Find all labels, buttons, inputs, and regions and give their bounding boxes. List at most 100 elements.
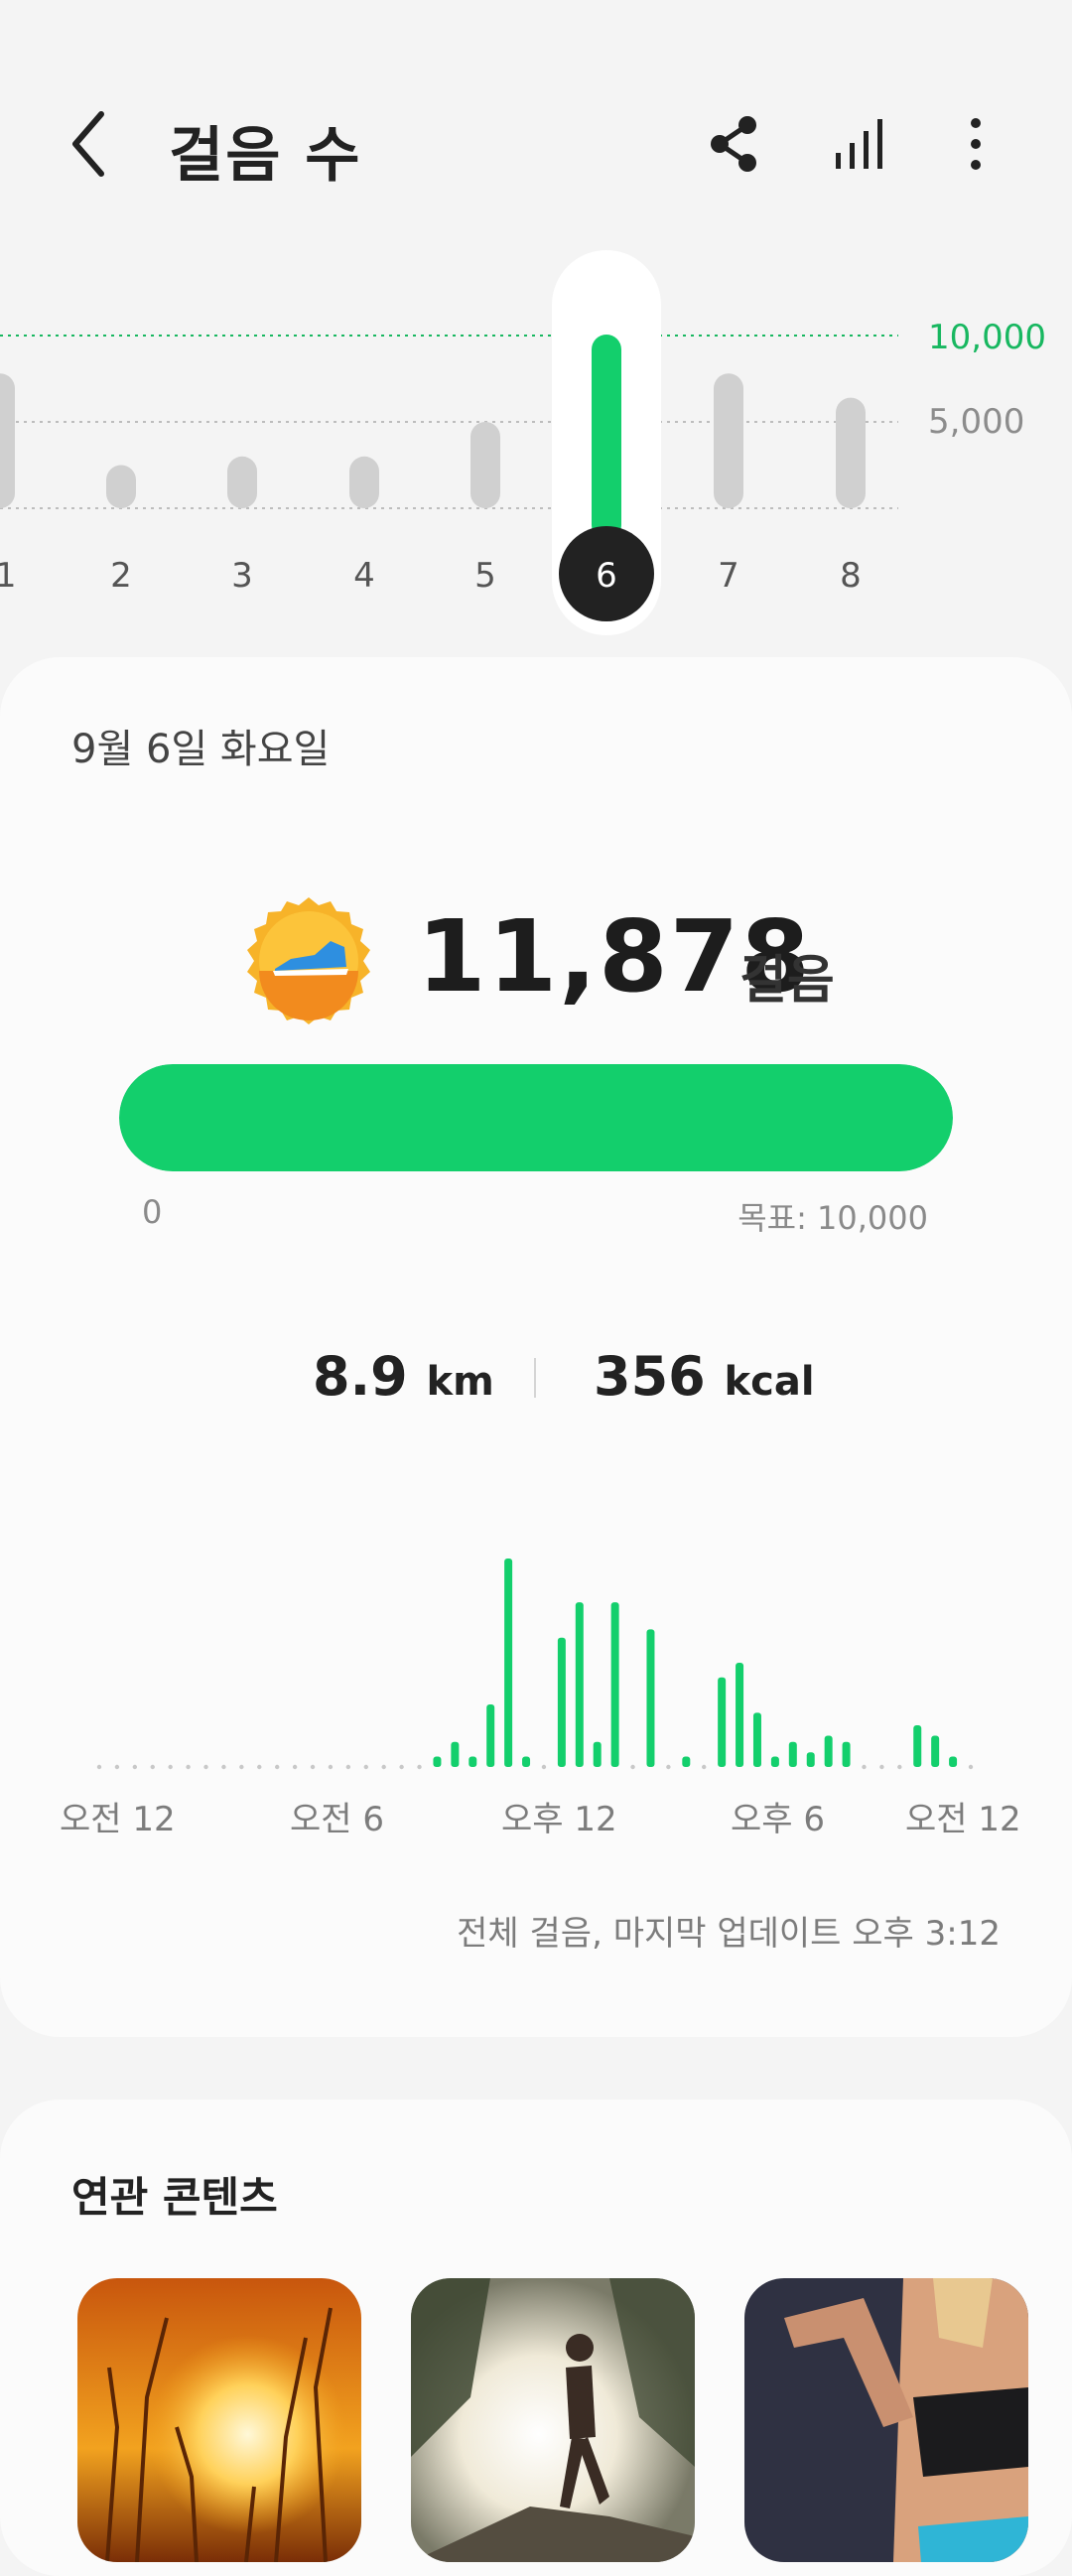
hourly-empty-dot [310,1764,316,1770]
hourly-empty-dot [221,1764,226,1770]
hourly-empty-dot [168,1764,173,1770]
week-bar [836,397,866,508]
hourly-bar [913,1725,922,1767]
week-bar [714,373,743,508]
hourly-empty-dot [879,1764,884,1770]
runner-image[interactable] [411,2278,695,2562]
week-bar [470,422,500,508]
hourly-empty-dot [381,1764,386,1770]
week-day-label: 8 [840,556,862,596]
hourly-bar [504,1559,513,1767]
page-title: 걸음 수 [169,121,362,191]
bar-chart-icon[interactable] [826,109,895,179]
steps-progress-bar [119,1064,953,1171]
week-day-label: /1 [0,556,17,596]
hourly-empty-dot [702,1764,707,1770]
hourly-x-label: 오전 6 [290,1800,384,1839]
hourly-bar [593,1741,602,1767]
hourly-empty-dot [328,1764,334,1770]
mid-line-label: 5,000 [928,402,1025,442]
week-bar [227,456,257,508]
distance-value: 8.9 [313,1345,408,1408]
hourly-bar [557,1637,566,1767]
hourly-empty-dot [114,1764,120,1770]
share-icon[interactable] [700,109,769,179]
hourly-empty-dot [239,1764,244,1770]
week-day-label: 5 [474,556,496,596]
hourly-empty-dot [417,1764,422,1770]
hourly-bar [646,1629,655,1767]
hourly-bar [682,1756,691,1767]
calories-unit: kcal [724,1359,815,1405]
related-content-title: 연관 콘텐츠 [71,2173,278,2222]
hourly-bar [931,1735,940,1767]
hourly-bar [806,1752,815,1767]
hourly-bar [842,1741,851,1767]
hourly-bar [451,1741,460,1767]
hourly-bar [469,1756,477,1767]
progress-min-label: 0 [142,1193,163,1231]
week-bar [0,373,15,508]
hourly-empty-dot [897,1764,902,1770]
hourly-empty-dot [968,1764,974,1770]
sunset-image[interactable] [77,2278,361,2562]
hourly-bar [788,1741,797,1767]
fitness-woman-image[interactable] [744,2278,1028,2562]
distance-stat: 8.9 km [313,1345,494,1408]
progress-fill [119,1064,953,1171]
week-bar [349,456,379,508]
hourly-x-label: 오후 12 [501,1800,617,1839]
hourly-empty-dot [96,1764,102,1770]
hourly-empty-dot [203,1764,208,1770]
hourly-empty-dot [399,1764,404,1770]
hourly-bar [486,1704,495,1767]
stat-divider [534,1358,536,1398]
hourly-empty-dot [132,1764,138,1770]
week-bar [106,465,136,508]
hourly-steps-chart [96,1559,974,1770]
shoe-badge-icon [244,896,373,1025]
weekly-chart-svg: /1 2 3 4 5 6 7 8 [0,250,898,635]
weekly-steps-chart[interactable]: /1 2 3 4 5 6 7 8 [0,238,1072,635]
hourly-x-label: 오전 12 [905,1800,1021,1839]
hourly-x-label: 오후 6 [731,1800,825,1839]
hourly-empty-dot [186,1764,191,1770]
hourly-bar [770,1756,779,1767]
week-day-label: 7 [718,556,739,596]
week-day-label: 3 [231,556,253,596]
selected-date: 9월 6일 화요일 [71,727,331,772]
hourly-empty-dot [630,1764,635,1770]
hourly-empty-dot [541,1764,547,1770]
hourly-bar [575,1602,584,1767]
hourly-empty-dot [257,1764,262,1770]
week-day-label: 4 [353,556,375,596]
calories-value: 356 [594,1345,706,1408]
hourly-bar [522,1756,531,1767]
progress-goal-label: 목표: 10,000 [737,1199,928,1237]
hourly-empty-dot [150,1764,155,1770]
week-day-label: 6 [596,556,617,596]
calories-stat: 356 kcal [594,1345,815,1408]
more-vert-icon[interactable] [941,109,1010,179]
hourly-bar [752,1712,761,1767]
hourly-bar [718,1677,727,1767]
week-bar-selected [592,334,621,540]
hourly-empty-dot [292,1764,298,1770]
back-arrow-icon[interactable] [60,104,129,184]
hourly-bar [949,1756,958,1767]
hourly-empty-dot [345,1764,351,1770]
hourly-empty-dot [363,1764,368,1770]
hourly-bar [736,1663,744,1767]
hourly-x-label: 오전 12 [60,1800,176,1839]
goal-line-label: 10,000 [928,318,1046,357]
hourly-bar [433,1756,442,1767]
hourly-bar [610,1602,619,1767]
hourly-empty-dot [666,1764,671,1770]
steps-unit: 걸음 [739,951,835,1011]
hourly-empty-dot [862,1764,867,1770]
hourly-bar [824,1735,833,1767]
week-day-label: 2 [110,556,132,596]
distance-unit: km [426,1359,494,1405]
last-update-text: 전체 걸음, 마지막 업데이트 오후 3:12 [457,1914,1001,1954]
hourly-empty-dot [274,1764,280,1770]
